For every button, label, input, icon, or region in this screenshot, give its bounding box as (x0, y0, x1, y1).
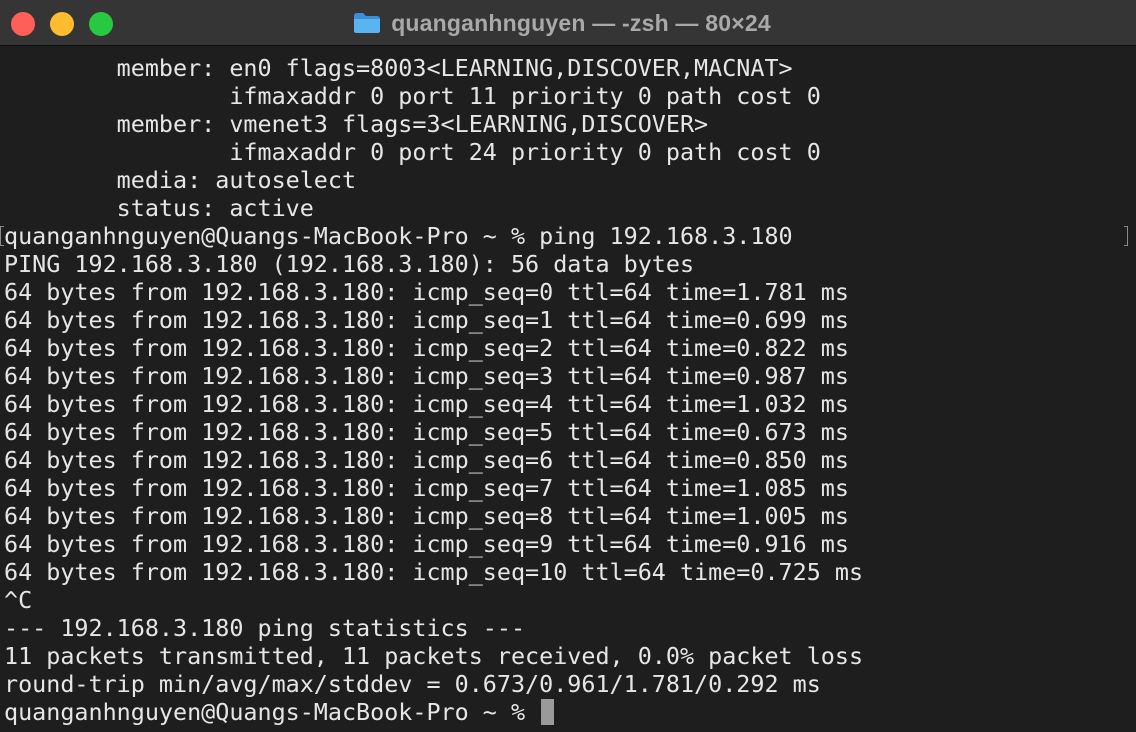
statistics-round-trip: round-trip min/avg/max/stddev = 0.673/0.… (4, 670, 821, 698)
ping-reply-line: 64 bytes from 192.168.3.180: icmp_seq=7 … (4, 474, 849, 502)
ping-reply-line: 64 bytes from 192.168.3.180: icmp_seq=4 … (4, 390, 849, 418)
output-line: status: active (4, 194, 314, 222)
terminal-output[interactable]: member: en0 flags=8003<LEARNING,DISCOVER… (0, 54, 1136, 732)
prompt-text: quanganhnguyen@Quangs-MacBook-Pro ~ % (4, 698, 540, 726)
ping-reply-line: 64 bytes from 192.168.3.180: icmp_seq=9 … (4, 530, 849, 558)
output-line: member: en0 flags=8003<LEARNING,DISCOVER… (4, 54, 793, 82)
ping-reply-line: 64 bytes from 192.168.3.180: icmp_seq=3 … (4, 362, 849, 390)
command-line: quanganhnguyen@Quangs-MacBook-Pro ~ % pi… (4, 222, 793, 250)
close-button[interactable] (11, 12, 35, 36)
output-line: media: autoselect (4, 166, 357, 194)
ping-reply-line: 64 bytes from 192.168.3.180: icmp_seq=2 … (4, 334, 849, 362)
folder-icon (353, 12, 381, 34)
title-bar[interactable]: quanganhnguyen — -zsh — 80×24 (0, 0, 1136, 46)
ping-reply-line: 64 bytes from 192.168.3.180: icmp_seq=1 … (4, 306, 849, 334)
ping-reply-line: 64 bytes from 192.168.3.180: icmp_seq=8 … (4, 502, 849, 530)
output-line: member: vmenet3 flags=3<LEARNING,DISCOVE… (4, 110, 709, 138)
output-line: ifmaxaddr 0 port 11 priority 0 path cost… (4, 82, 821, 110)
interrupt-line: ^C (4, 586, 33, 614)
window-title: quanganhnguyen — -zsh — 80×24 (391, 9, 771, 36)
ping-reply-line: 64 bytes from 192.168.3.180: icmp_seq=6 … (4, 446, 849, 474)
terminal-window: quanganhnguyen — -zsh — 80×24 member: en… (0, 0, 1136, 732)
ping-reply-line: 64 bytes from 192.168.3.180: icmp_seq=0 … (4, 278, 849, 306)
statistics-header: --- 192.168.3.180 ping statistics --- (4, 614, 526, 642)
prompt-line[interactable]: quanganhnguyen@Quangs-MacBook-Pro ~ % (0, 698, 1136, 726)
ping-reply-line: 64 bytes from 192.168.3.180: icmp_seq=5 … (4, 418, 849, 446)
zoom-button[interactable] (89, 12, 113, 36)
statistics-packets: 11 packets transmitted, 11 packets recei… (4, 642, 864, 670)
text-cursor (541, 699, 555, 725)
command-mark-left (0, 226, 4, 246)
output-line: ifmaxaddr 0 port 24 priority 0 path cost… (4, 138, 821, 166)
command-mark-right (1124, 226, 1128, 246)
minimize-button[interactable] (50, 12, 74, 36)
output-line: PING 192.168.3.180 (192.168.3.180): 56 d… (4, 250, 695, 278)
ping-reply-line: 64 bytes from 192.168.3.180: icmp_seq=10… (4, 558, 864, 586)
